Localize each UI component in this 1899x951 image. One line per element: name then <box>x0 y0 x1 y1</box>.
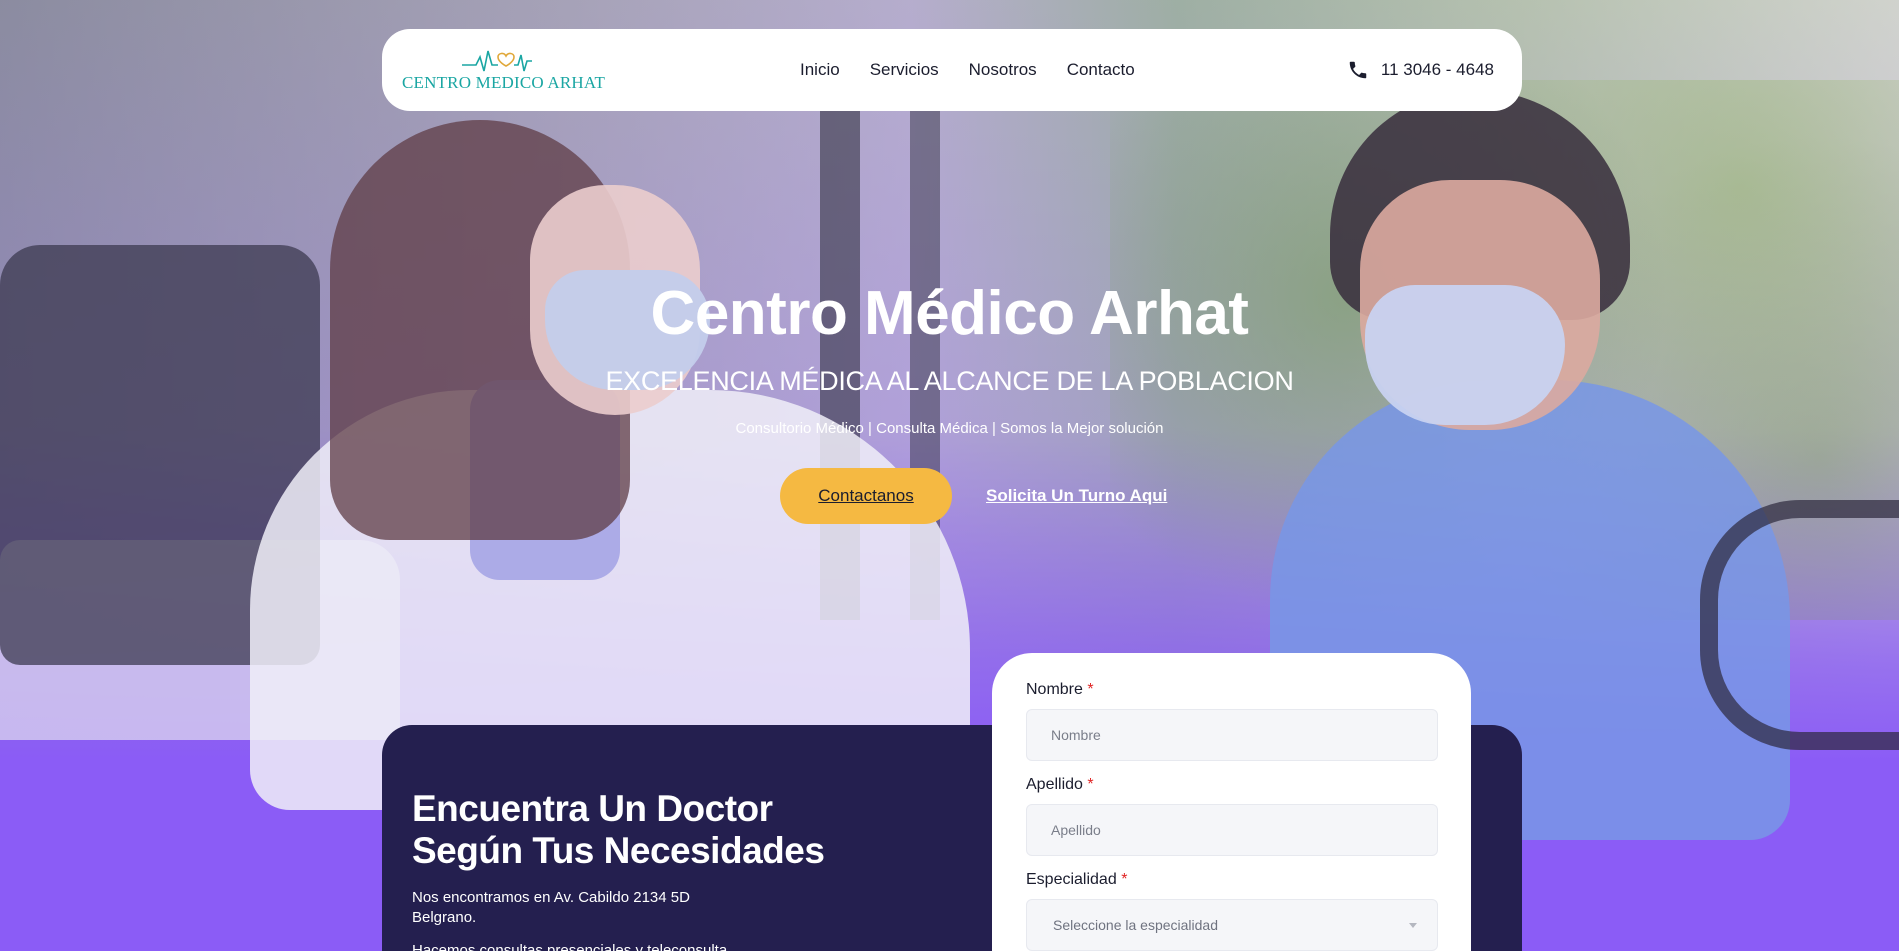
phone-icon <box>1349 61 1367 79</box>
required-mark: * <box>1121 871 1128 888</box>
phone-number: 11 3046 - 4648 <box>1380 60 1494 79</box>
nav-link-servicios[interactable]: Servicios <box>870 60 939 80</box>
phone-contact[interactable]: 11 3046 - 4648 <box>1347 29 1494 111</box>
hero-title: Centro Médico Arhat <box>650 279 1249 348</box>
especialidad-label-text: Especialidad <box>1026 871 1117 888</box>
apellido-input[interactable] <box>1026 804 1438 856</box>
nav-link-nosotros[interactable]: Nosotros <box>969 60 1037 80</box>
find-doctor-title: Encuentra Un Doctor Según Tus Necesidade… <box>412 788 825 871</box>
nav-link-contacto[interactable]: Contacto <box>1067 60 1135 80</box>
main-nav: Inicio Servicios Nosotros Contacto <box>800 29 1135 111</box>
logo-text: CENTRO MEDICO ARHAT <box>402 73 606 92</box>
especialidad-select-value: Seleccione la especialidad <box>1053 917 1218 933</box>
consultation-info: Hacemos consultas presenciales y telecon… <box>412 942 728 951</box>
hero-subtitle: EXCELENCIA MÉDICA AL ALCANCE DE LA POBLA… <box>605 366 1294 396</box>
nombre-label: Nombre * <box>1026 681 1094 699</box>
clinic-address: Nos encontramos en Av. Cabildo 2134 5D B… <box>412 889 690 926</box>
site-header: CENTRO MEDICO ARHAT Inicio Servicios Nos… <box>382 29 1522 111</box>
logo[interactable]: CENTRO MEDICO ARHAT <box>402 47 605 97</box>
hero-tagline: Consultorio Médico | Consulta Médica | S… <box>735 420 1164 437</box>
apellido-label: Apellido * <box>1026 776 1094 794</box>
required-mark: * <box>1087 776 1094 793</box>
appointment-form: Nombre * Apellido * Especialidad * Selec… <box>992 653 1471 951</box>
nav-link-inicio[interactable]: Inicio <box>800 60 840 80</box>
heartbeat-logo-icon <box>462 50 532 72</box>
apellido-label-text: Apellido <box>1026 776 1083 793</box>
chevron-down-icon <box>1409 923 1417 928</box>
especialidad-label: Especialidad * <box>1026 871 1127 889</box>
contactanos-button[interactable]: Contactanos <box>780 468 952 524</box>
especialidad-select[interactable]: Seleccione la especialidad <box>1026 899 1438 951</box>
wheelchair-shape <box>1700 500 1899 750</box>
nombre-label-text: Nombre <box>1026 681 1083 698</box>
solicita-turno-link[interactable]: Solicita Un Turno Aqui <box>986 468 1167 524</box>
nombre-input[interactable] <box>1026 709 1438 761</box>
required-mark: * <box>1087 681 1094 698</box>
